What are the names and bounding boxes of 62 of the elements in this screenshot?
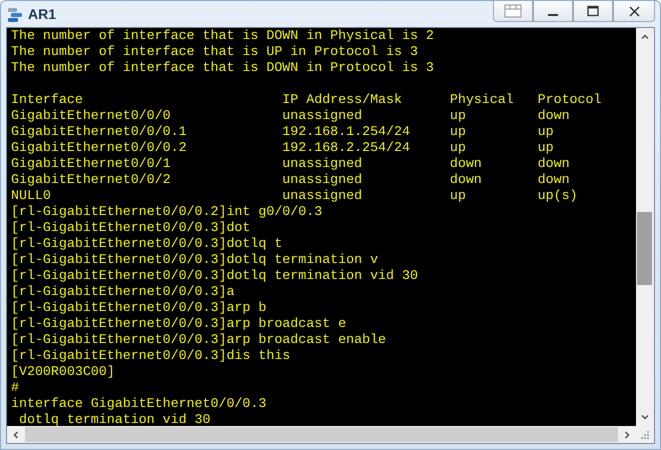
table-cell-text: 192.168.2.254/24 xyxy=(282,140,411,156)
window-tile-icon xyxy=(504,4,522,18)
console-line: [rl-GigabitEthernet0/0/0.3]a xyxy=(11,284,234,300)
scroll-down-icon[interactable] xyxy=(640,412,650,422)
table-cell-text: GigabitEthernet0/0/1 xyxy=(11,156,172,172)
console-line: [rl-GigabitEthernet0/0/0.3]dotlq termination vid 30 xyxy=(11,268,418,284)
console-line: interface GigabitEthernet0/0/0.3 xyxy=(11,396,266,412)
table-cell-text: unassigned xyxy=(282,172,364,188)
column-header: IP Address/Mask xyxy=(282,92,403,108)
tile-button[interactable] xyxy=(493,1,533,22)
table-cell-text: down xyxy=(538,108,571,124)
table-cell-text: up xyxy=(538,124,555,140)
minimize-icon xyxy=(548,14,558,16)
scroll-thumb[interactable] xyxy=(25,427,618,442)
console-line: dotlq termination vid 30 xyxy=(18,412,210,426)
console-line: [rl-GigabitEthernet0/0/0.2]int g0/0/0.3 xyxy=(11,204,322,220)
console-line: [rl-GigabitEthernet0/0/0.3]dotlq termination v xyxy=(11,252,378,268)
console-line: [rl-GigabitEthernet0/0/0.3]dis this xyxy=(11,348,290,364)
table-cell-text: up xyxy=(538,140,555,156)
scroll-left-icon[interactable] xyxy=(11,430,21,440)
console-line: The number of interface that is DOWN in Physical is 2 xyxy=(11,28,434,44)
close-button[interactable] xyxy=(613,1,655,22)
table-cell-text: GigabitEthernet0/0/2 xyxy=(11,172,172,188)
scroll-up-icon[interactable] xyxy=(640,32,650,42)
close-icon xyxy=(628,6,640,16)
console-line: # xyxy=(11,380,19,396)
resize-grip-icon[interactable] xyxy=(640,430,650,440)
console-line: [rl-GigabitEthernet0/0/0.3]arp broadcast enable xyxy=(11,332,386,348)
console-line: The number of interface that is UP in Protocol is 3 xyxy=(11,44,418,60)
table-cell-text: 192.168.1.254/24 xyxy=(282,124,411,140)
console-line: [rl-GigabitEthernet0/0/0.3]arp b xyxy=(11,300,266,316)
console-line: [rl-GigabitEthernet0/0/0.3]dotlq t xyxy=(11,236,282,252)
table-cell-text: unassigned xyxy=(282,156,364,172)
table-cell-text: down xyxy=(450,172,483,188)
table-cell-text: GigabitEthernet0/0/0.2 xyxy=(11,140,188,156)
table-cell-text: down xyxy=(538,156,571,172)
console-line: The number of interface that is DOWN in Protocol is 3 xyxy=(11,60,434,76)
scroll-right-icon[interactable] xyxy=(622,430,632,440)
column-header: Protocol xyxy=(538,92,602,108)
table-cell-text: unassigned xyxy=(282,108,364,124)
table-cell-text: up xyxy=(450,140,467,156)
console-line: [rl-GigabitEthernet0/0/0.3]arp broadcast e xyxy=(11,316,346,332)
table-cell-text: down xyxy=(450,156,483,172)
column-header: Physical xyxy=(450,92,515,108)
table-cell-text: up xyxy=(450,188,467,204)
maximize-icon xyxy=(587,5,599,17)
console-line: [V200R003C00] xyxy=(11,364,115,380)
table-cell-text: up(s) xyxy=(538,188,579,204)
table-cell-text: down xyxy=(538,172,571,188)
window-title: AR1 xyxy=(28,6,56,22)
table-cell-text: GigabitEthernet0/0/0.1 xyxy=(11,124,188,140)
table-cell-text: GigabitEthernet0/0/0 xyxy=(11,108,172,124)
scroll-thumb[interactable] xyxy=(637,212,652,285)
column-header: Interface xyxy=(11,92,84,108)
console-line: [rl-GigabitEthernet0/0/0.3]dot xyxy=(11,220,250,236)
router-icon xyxy=(6,5,24,23)
table-cell-text: up xyxy=(450,108,467,124)
table-cell-text: up xyxy=(450,124,467,140)
table-cell-text: NULL0 xyxy=(11,188,52,204)
maximize-button[interactable] xyxy=(573,1,613,22)
minimize-button[interactable] xyxy=(533,1,573,22)
table-cell-text: unassigned xyxy=(282,188,364,204)
